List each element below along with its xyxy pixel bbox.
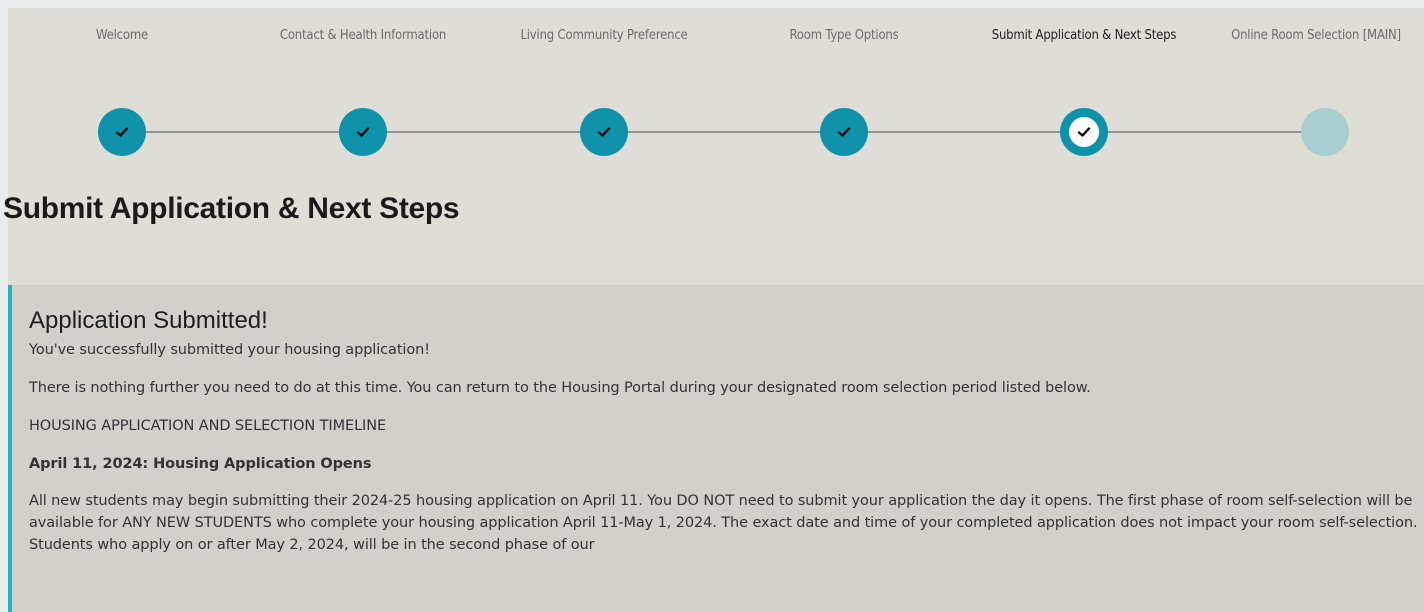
check-icon bbox=[837, 127, 851, 137]
timeline-item-body: All new students may begin submitting th… bbox=[29, 493, 1418, 553]
step-indicator-living-community[interactable] bbox=[580, 108, 628, 156]
step-label-welcome[interactable]: Welcome bbox=[96, 28, 148, 43]
timeline-item-title: April 11, 2024: Housing Application Open… bbox=[29, 456, 372, 472]
check-icon bbox=[1077, 127, 1091, 137]
check-icon bbox=[597, 127, 611, 137]
step-label-contact-health[interactable]: Contact & Health Information bbox=[280, 28, 446, 43]
step-indicator-online-room-selection[interactable] bbox=[1301, 108, 1349, 156]
step-label-submit-application[interactable]: Submit Application & Next Steps bbox=[992, 28, 1177, 43]
progress-stepper: Welcome Contact & Health Information Liv… bbox=[0, 0, 1424, 180]
step-indicator-room-type[interactable] bbox=[820, 108, 868, 156]
stepper-track-line bbox=[122, 131, 1325, 133]
panel-heading: Application Submitted! bbox=[29, 307, 268, 334]
step-label-room-type[interactable]: Room Type Options bbox=[789, 28, 898, 43]
application-submitted-panel: Application Submitted! You've successful… bbox=[8, 285, 1424, 612]
current-step-inner-circle bbox=[1069, 117, 1099, 147]
page-title: Submit Application & Next Steps bbox=[3, 192, 460, 225]
timeline-heading: HOUSING APPLICATION AND SELECTION TIMELI… bbox=[29, 418, 387, 434]
check-icon bbox=[115, 127, 129, 137]
step-label-living-community[interactable]: Living Community Preference bbox=[520, 28, 687, 43]
step-label-online-room-selection[interactable]: Online Room Selection [MAIN] bbox=[1231, 28, 1401, 43]
step-indicator-welcome[interactable] bbox=[98, 108, 146, 156]
success-message: You've successfully submitted your housi… bbox=[29, 342, 430, 358]
check-icon bbox=[356, 127, 370, 137]
step-indicator-submit-application[interactable] bbox=[1060, 108, 1108, 156]
step-indicator-contact-health[interactable] bbox=[339, 108, 387, 156]
info-message: There is nothing further you need to do … bbox=[29, 380, 1091, 396]
